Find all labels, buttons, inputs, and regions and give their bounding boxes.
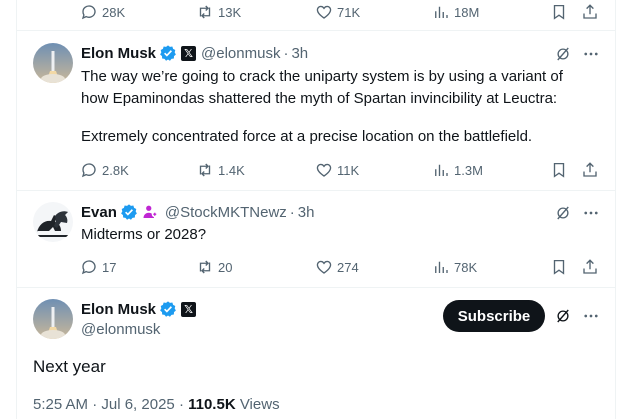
reply-button[interactable]: 28K [80, 2, 125, 22]
tweet-text-line-1: The way we’re going to crack the unipart… [81, 68, 563, 85]
avatar[interactable] [33, 43, 73, 83]
grok-button[interactable] [553, 306, 573, 326]
tweet-header: Evan @StockMKTNewz · 3h [81, 203, 314, 221]
views-chart-icon [435, 164, 448, 176]
avatar[interactable] [33, 299, 73, 339]
affiliate-people-icon [142, 203, 160, 221]
views-count: 110.5K [188, 396, 236, 413]
reply-icon [81, 260, 96, 275]
bookmark-button[interactable] [549, 160, 569, 180]
views-count: 78K [454, 259, 478, 275]
more-dots-icon [584, 211, 598, 215]
heart-icon [316, 5, 332, 19]
views-chart-icon [435, 261, 448, 273]
like-button[interactable]: 274 [315, 257, 359, 277]
reply-button[interactable]: 17 [80, 257, 116, 277]
grok-icon [557, 47, 569, 61]
repost-count: 20 [218, 259, 233, 275]
divider [16, 287, 616, 288]
views-count: 18M [454, 4, 480, 20]
bookmark-button[interactable] [549, 2, 569, 22]
reply-icon [81, 5, 96, 20]
reply-count: 2.8K [102, 162, 129, 178]
separator-dot: · [283, 44, 289, 62]
repost-icon [199, 163, 211, 177]
repost-icon [199, 260, 211, 274]
tweet-header: Elon Musk 𝕏 @elonmusk · 3h [81, 44, 308, 62]
x-affiliation-icon: 𝕏 [181, 45, 197, 61]
tweet-timestamp[interactable]: 5:25 AM · Jul 6, 2025 [33, 396, 175, 413]
rocket-launch-avatar-icon [33, 43, 73, 83]
separator-dot: · [289, 203, 295, 221]
display-name[interactable]: Elon Musk [81, 45, 156, 62]
views-button[interactable]: 1.3M [432, 160, 483, 180]
repost-count: 13K [218, 4, 242, 20]
user-handle[interactable]: @elonmusk [201, 45, 280, 62]
repost-button[interactable]: 13K [196, 2, 241, 22]
share-button[interactable] [580, 2, 600, 22]
reply-count: 17 [102, 259, 117, 275]
repost-icon [199, 5, 211, 19]
heart-icon [316, 260, 332, 274]
views-label: Views [239, 396, 280, 413]
views-button[interactable]: 78K [432, 257, 477, 277]
display-name[interactable]: Evan [81, 204, 117, 221]
separator-dot: · [178, 396, 184, 413]
tweet-meta: 5:25 AM · Jul 6, 2025 · 110.5K Views [33, 396, 280, 413]
avatar[interactable] [33, 202, 73, 242]
bookmark-icon [553, 259, 565, 275]
share-icon [583, 4, 597, 19]
views-chart-icon [435, 6, 448, 18]
views-button[interactable]: 18M [432, 2, 479, 22]
tweet-header: Elon Musk 𝕏 [81, 300, 197, 318]
rocket-launch-avatar-icon [33, 299, 73, 339]
heart-icon [316, 163, 332, 177]
display-name[interactable]: Elon Musk [81, 301, 156, 318]
like-button[interactable]: 71K [315, 2, 360, 22]
subscribe-button[interactable]: Subscribe [443, 300, 545, 332]
repost-button[interactable]: 1.4K [196, 160, 245, 180]
divider [16, 30, 616, 31]
tweet-text: Midterms or 2028? [81, 226, 207, 243]
reply-icon [81, 163, 96, 178]
more-dots-icon [584, 52, 598, 56]
bookmark-icon [553, 162, 565, 178]
bookmark-button[interactable] [549, 257, 569, 277]
more-dots-icon [584, 314, 598, 318]
bookmark-icon [553, 4, 565, 20]
tweet-text-line-3: Extremely concentrated force at a precis… [81, 128, 533, 145]
grok-button[interactable] [553, 44, 573, 64]
divider [16, 190, 616, 191]
repost-count: 1.4K [218, 162, 245, 178]
tweet-text-line-2: how Epaminondas shattered the myth of Sp… [81, 90, 558, 107]
tweet-time[interactable]: 3h [291, 45, 308, 62]
verified-badge-icon [159, 300, 177, 318]
user-handle[interactable]: @elonmusk [81, 321, 160, 338]
like-count: 71K [337, 4, 361, 20]
more-button[interactable] [581, 44, 601, 64]
grok-icon [557, 206, 569, 220]
repost-button[interactable]: 20 [196, 257, 232, 277]
like-count: 11K [337, 162, 360, 178]
like-count: 274 [337, 259, 359, 275]
grok-icon [557, 309, 569, 323]
user-handle[interactable]: @StockMKTNewz [165, 204, 287, 221]
x-affiliation-icon: 𝕏 [181, 301, 197, 317]
reply-button[interactable]: 2.8K [80, 160, 129, 180]
views-count: 1.3M [454, 162, 483, 178]
grok-button[interactable] [553, 203, 573, 223]
share-button[interactable] [580, 257, 600, 277]
share-icon [583, 259, 597, 274]
tweet-time[interactable]: 3h [298, 204, 315, 221]
more-button[interactable] [581, 203, 601, 223]
verified-badge-icon [159, 44, 177, 62]
bull-bear-avatar-icon [33, 202, 73, 242]
tweet-text: Next year [33, 357, 106, 376]
reply-count: 28K [102, 4, 126, 20]
like-button[interactable]: 11K [315, 160, 359, 180]
share-icon [583, 162, 597, 177]
share-button[interactable] [580, 160, 600, 180]
more-button[interactable] [581, 306, 601, 326]
verified-badge-icon [120, 203, 138, 221]
